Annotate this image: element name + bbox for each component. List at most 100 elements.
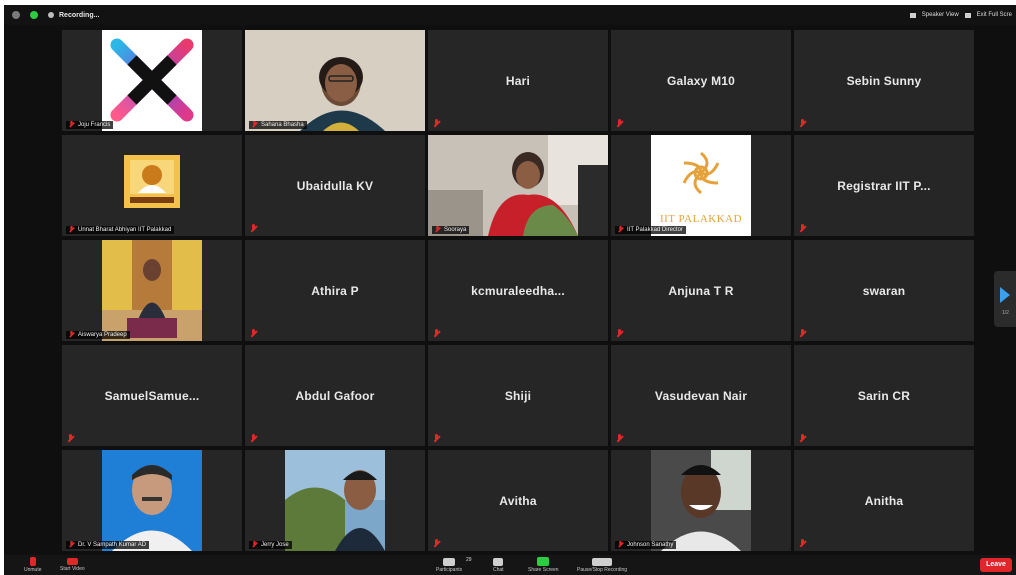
share-screen-icon: [537, 557, 550, 566]
muted-mic-icon: [799, 224, 806, 233]
participant-name: Hari: [505, 74, 531, 88]
participant-tile[interactable]: Galaxy M10: [611, 30, 791, 131]
chevron-right-icon: [1000, 287, 1010, 303]
exit-fullscreen-icon: [964, 12, 971, 18]
muted-mic-icon: [435, 226, 441, 233]
muted-mic-icon: [433, 329, 440, 338]
participant-tile[interactable]: Johnson Sanathy: [611, 450, 791, 551]
participant-label-text: Sahana Bhasha: [261, 122, 304, 128]
speaker-view-button[interactable]: Speaker View: [922, 12, 959, 18]
participant-name: Anitha: [864, 494, 904, 508]
view-controls: Speaker View Exit Full Scre: [909, 12, 1012, 18]
unmute-button[interactable]: Unmute: [24, 555, 42, 575]
chat-icon: [493, 557, 504, 566]
security-shield-icon[interactable]: [12, 11, 20, 19]
participant-tile[interactable]: kcmuraleedha...: [428, 240, 608, 341]
recording-control-label: Pause/Stop Recording: [577, 566, 628, 573]
meeting-toolbar: Unmute Start Video Participants 29 Chat …: [4, 555, 1016, 575]
share-screen-button[interactable]: Share Screen: [528, 555, 559, 575]
leave-button[interactable]: Leave: [980, 558, 1012, 572]
participant-name: Anjuna T R: [668, 284, 734, 298]
participant-tile[interactable]: Registrar IIT P...: [794, 135, 974, 236]
recording-indicator-icon: [48, 12, 54, 18]
recording-status-text: Recording...: [59, 11, 100, 19]
speaker-view-icon: [909, 12, 916, 18]
participant-tile[interactable]: Shiji: [428, 345, 608, 446]
participant-tile[interactable]: Aiswarya Pradeep: [62, 240, 242, 341]
participant-label-text: Johnson Sanathy: [627, 542, 674, 548]
connection-status-icon[interactable]: [30, 11, 38, 19]
participant-label: Aiswarya Pradeep: [66, 331, 130, 339]
participant-tile[interactable]: Sahana Bhasha: [245, 30, 425, 131]
participant-label: Jerry Jose: [249, 541, 292, 549]
participant-tile[interactable]: SamuelSamue...: [62, 345, 242, 446]
zoom-meeting-window: Recording... Speaker View Exit Full Scre…: [4, 5, 1016, 575]
share-screen-label: Share Screen: [528, 567, 559, 573]
participant-tile[interactable]: Anitha: [794, 450, 974, 551]
participant-tile[interactable]: Athira P: [245, 240, 425, 341]
chat-button[interactable]: Chat: [493, 555, 504, 575]
participant-tile[interactable]: Ubaidulla KV: [245, 135, 425, 236]
participants-icon: [443, 557, 456, 566]
participant-name: Registrar IIT P...: [837, 179, 931, 193]
participant-tile[interactable]: swaran: [794, 240, 974, 341]
participant-tile[interactable]: Sooraya: [428, 135, 608, 236]
participant-label-text: Jerry Jose: [261, 542, 289, 548]
participant-tile[interactable]: Sarin CR: [794, 345, 974, 446]
participant-label: Johnson Sanathy: [615, 541, 677, 549]
participant-tile[interactable]: Anjuna T R: [611, 240, 791, 341]
muted-mic-icon: [433, 434, 440, 443]
participant-name: Abdul Gafoor: [295, 389, 375, 403]
muted-mic-icon: [799, 119, 806, 128]
muted-mic-icon: [250, 434, 257, 443]
unmute-label: Unmute: [24, 567, 42, 573]
start-video-button[interactable]: Start Video: [60, 555, 85, 575]
participant-label: Dr. V Sampath Kumar AD: [66, 541, 150, 549]
muted-mic-icon: [799, 329, 806, 338]
muted-mic-icon: [29, 557, 36, 566]
participant-label: Unnat Bharat Abhiyan IIT Palakkad: [66, 226, 175, 234]
participant-tile[interactable]: IIT PALAKKAD IIT Palakkad Director: [611, 135, 791, 236]
muted-mic-icon: [618, 226, 624, 233]
participant-label: Sahana Bhasha: [249, 121, 307, 129]
participant-label: IIT Palakkad Director: [615, 226, 686, 234]
participant-label-text: Sooraya: [444, 227, 467, 233]
participant-label-text: Dr. V Sampath Kumar AD: [78, 542, 147, 548]
participant-name: Avitha: [499, 494, 537, 508]
muted-mic-icon: [69, 541, 75, 548]
muted-mic-icon: [799, 434, 806, 443]
muted-mic-icon: [252, 121, 258, 128]
muted-mic-icon: [433, 539, 440, 548]
next-page-button[interactable]: [994, 271, 1016, 327]
participants-label: Participants: [436, 566, 463, 573]
iit-logo-text: IIT PALAKKAD: [659, 213, 743, 225]
exit-fullscreen-button[interactable]: Exit Full Scre: [977, 12, 1012, 18]
participant-label: Sooraya: [432, 226, 470, 234]
muted-mic-icon: [250, 329, 257, 338]
participant-tile[interactable]: Dr. V Sampath Kumar AD: [62, 450, 242, 551]
participant-name: SamuelSamue...: [104, 389, 200, 403]
muted-mic-icon: [616, 434, 623, 443]
participant-tile[interactable]: Joju Francis: [62, 30, 242, 131]
participant-name: kcmuraleedha...: [471, 284, 565, 298]
participant-tile[interactable]: Sebin Sunny: [794, 30, 974, 131]
participant-label-text: Aiswarya Pradeep: [78, 332, 127, 338]
participant-tile[interactable]: Hari: [428, 30, 608, 131]
participants-button[interactable]: Participants: [436, 555, 462, 575]
participant-name: Ubaidulla KV: [296, 179, 374, 193]
top-bar: Recording... Speaker View Exit Full Scre: [4, 5, 1016, 25]
participant-tile[interactable]: Vasudevan Nair: [611, 345, 791, 446]
participants-count: 29: [466, 557, 472, 563]
participant-tile[interactable]: Avitha: [428, 450, 608, 551]
participant-name: Athira P: [311, 284, 359, 298]
muted-mic-icon: [799, 539, 806, 548]
participant-label-text: Joju Francis: [78, 122, 111, 128]
recording-control[interactable]: Pause/Stop Recording: [577, 555, 627, 575]
participant-tile[interactable]: Jerry Jose: [245, 450, 425, 551]
participant-tile[interactable]: Abdul Gafoor: [245, 345, 425, 446]
participant-name: Galaxy M10: [666, 74, 736, 88]
chat-label: Chat: [493, 566, 504, 573]
muted-mic-icon: [618, 541, 624, 548]
participant-tile[interactable]: Unnat Bharat Abhiyan IIT Palakkad: [62, 135, 242, 236]
muted-mic-icon: [69, 121, 75, 128]
